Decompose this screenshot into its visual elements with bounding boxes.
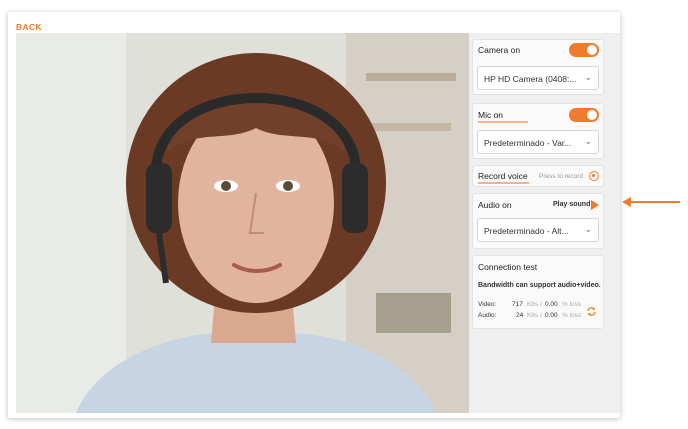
mic-device-value: Predeterminado - Var... xyxy=(484,138,572,148)
camera-device-value: HP HD Camera (0408:... xyxy=(484,74,577,84)
connection-status: Bandwidth can support audio+video. xyxy=(478,282,601,289)
record-card: Record voice Press to record xyxy=(472,165,604,187)
camera-device-select[interactable]: HP HD Camera (0408:... ⌄ xyxy=(477,66,599,90)
video-stat-unit: Kbs / xyxy=(527,301,542,308)
connection-card: Connection test Bandwidth can support au… xyxy=(472,255,604,329)
play-sound-link[interactable]: Play sound xyxy=(553,201,590,208)
audio-device-value: Predeterminado - Alt... xyxy=(484,226,569,236)
video-settings-window: BACK Camera on HP HD Camera (0408:... ⌄ … xyxy=(8,12,620,418)
mic-device-select[interactable]: Predeterminado - Var... ⌄ xyxy=(477,130,599,154)
video-stat-value: 717 xyxy=(512,301,523,308)
camera-title: Camera on xyxy=(478,45,521,55)
chevron-down-icon: ⌄ xyxy=(584,72,592,82)
camera-preview xyxy=(16,33,469,413)
mic-level-bar xyxy=(478,121,528,123)
video-stat-loss: 0.00 xyxy=(545,301,558,308)
audio-device-select[interactable]: Predeterminado - Alt... ⌄ xyxy=(477,218,599,242)
play-icon[interactable] xyxy=(591,200,599,210)
record-underline xyxy=(478,182,529,184)
camera-toggle[interactable] xyxy=(569,43,599,57)
camera-card: Camera on HP HD Camera (0408:... ⌄ xyxy=(472,39,604,95)
audio-stat-unit: Kbs / xyxy=(527,312,542,319)
refresh-icon[interactable] xyxy=(586,306,597,317)
mic-title: Mic on xyxy=(478,110,504,120)
camera-preview-image xyxy=(16,33,469,413)
record-icon[interactable] xyxy=(589,171,599,181)
video-stat-loss-unit: % loss xyxy=(562,301,582,308)
audio-stat-loss: 0.00 xyxy=(545,312,558,319)
audio-title: Audio on xyxy=(478,200,512,210)
settings-panel: Camera on HP HD Camera (0408:... ⌄ Mic o… xyxy=(469,33,620,413)
chevron-down-icon: ⌄ xyxy=(584,224,592,234)
arrow-left-icon xyxy=(622,197,680,207)
audio-stat-row: Audio: 24 Kbs / 0.00 % loss xyxy=(478,312,588,321)
connection-title: Connection test xyxy=(478,262,538,272)
back-link[interactable]: BACK xyxy=(16,22,42,32)
audio-stat-loss-unit: % loss xyxy=(562,312,582,319)
chevron-down-icon: ⌄ xyxy=(584,136,592,146)
mic-card: Mic on Predeterminado - Var... ⌄ xyxy=(472,103,604,159)
video-stat-row: Video: 717 Kbs / 0.00 % loss xyxy=(478,301,588,310)
record-action[interactable]: Press to record xyxy=(539,173,583,180)
record-title: Record voice xyxy=(478,171,528,181)
mic-toggle[interactable] xyxy=(569,108,599,122)
video-stat-label: Video: xyxy=(478,301,497,308)
audio-card: Audio on Play sound Predeterminado - Alt… xyxy=(472,193,604,249)
audio-stat-value: 24 xyxy=(516,312,524,319)
audio-stat-label: Audio: xyxy=(478,312,497,319)
